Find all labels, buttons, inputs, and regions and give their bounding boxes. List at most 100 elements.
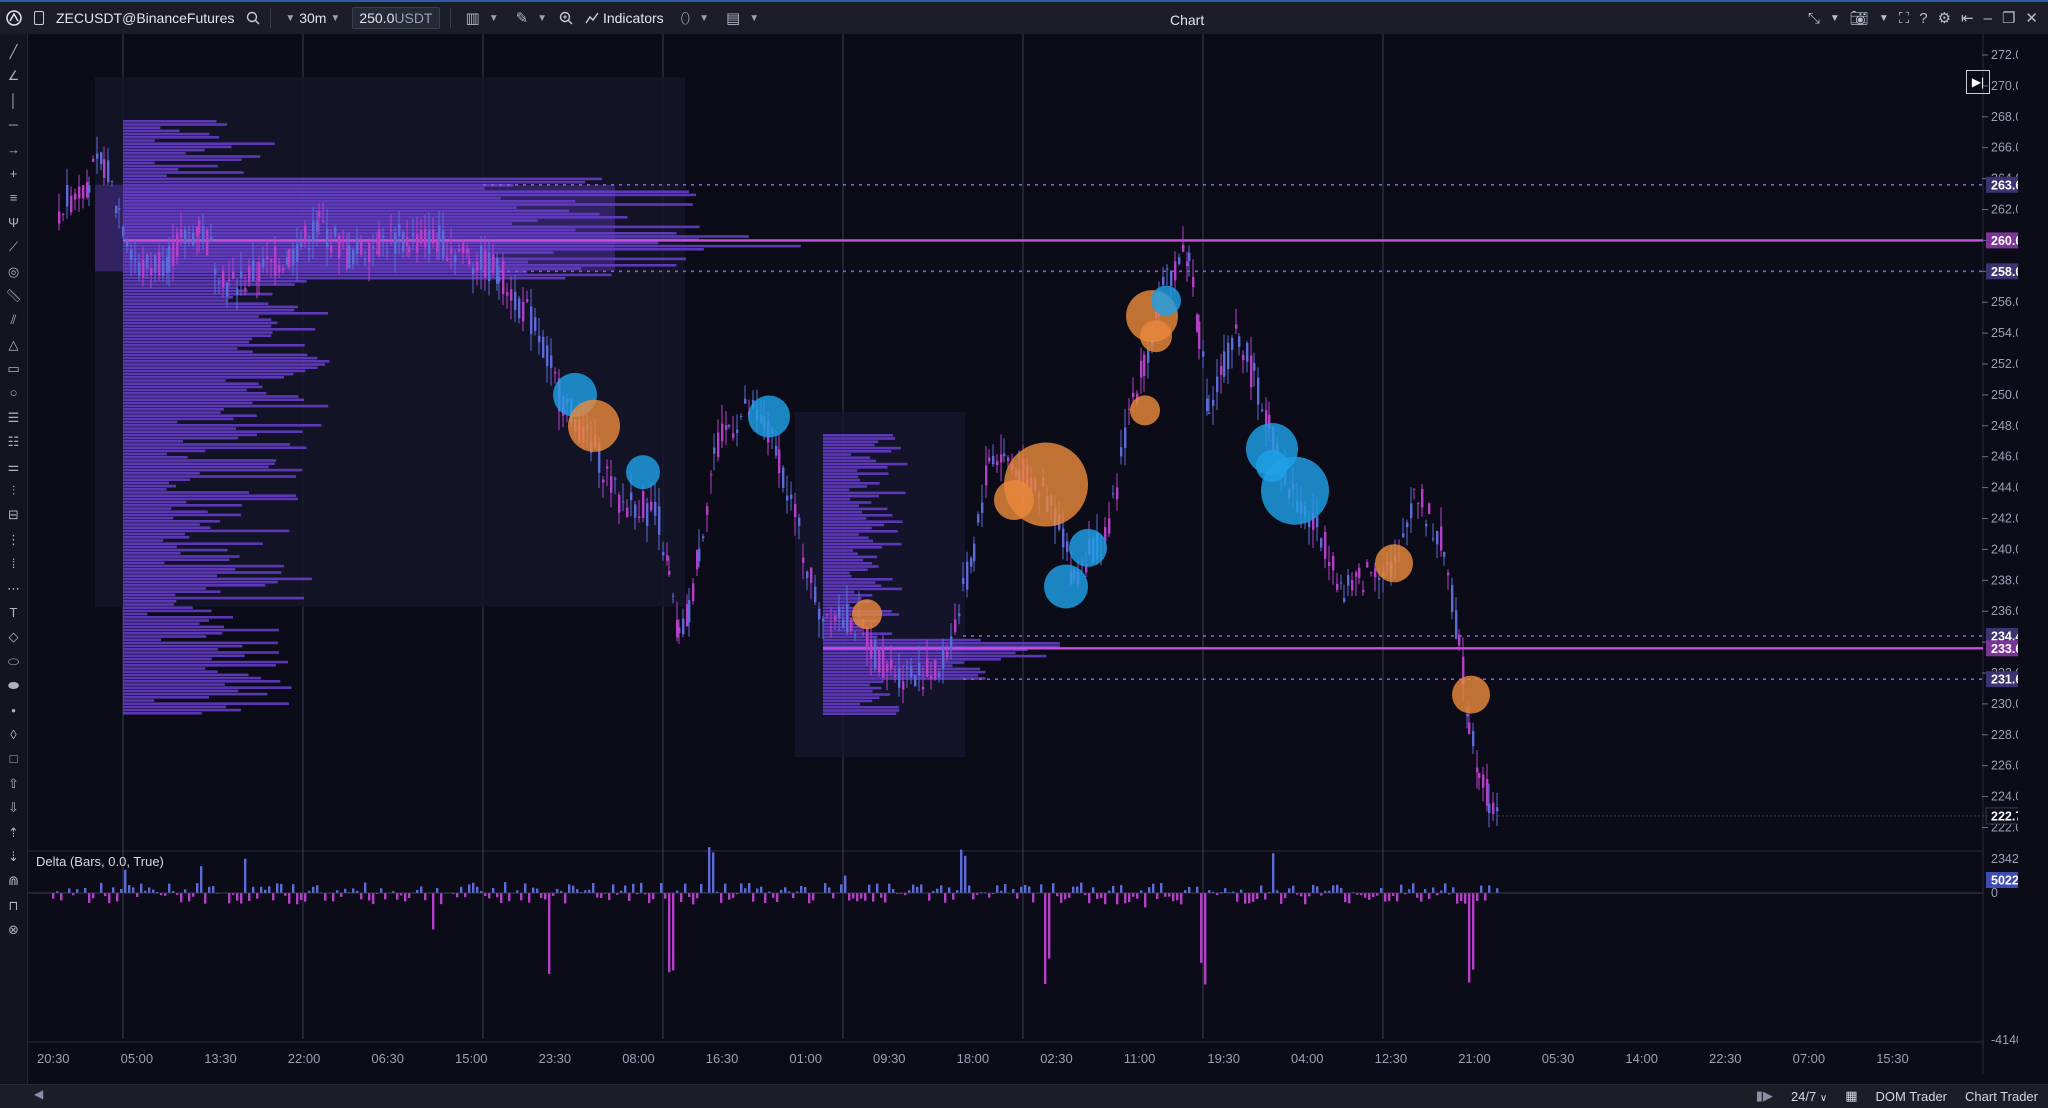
indicators-button[interactable]: Indicators	[579, 2, 670, 34]
magnet-icon[interactable]: ⋒	[8, 869, 19, 893]
candle-body	[1451, 584, 1454, 612]
dot-marker-icon[interactable]: •	[11, 699, 16, 723]
close-icon[interactable]: ✕	[2025, 9, 2038, 27]
ellipse-icon[interactable]: ○	[10, 381, 18, 405]
arrow-tool-icon[interactable]: →	[7, 138, 20, 162]
chevron-down-icon[interactable]: ▼	[1830, 13, 1840, 24]
delta-bar	[260, 886, 263, 893]
dom-trader-button[interactable]: DOM Trader	[1876, 1089, 1948, 1104]
chart-type-button[interactable]: ▥ ▼	[455, 2, 505, 34]
search-icon[interactable]	[240, 2, 266, 34]
risk-reward-icon[interactable]: ⊟	[8, 503, 19, 527]
delta-bar	[440, 893, 443, 905]
angle-tool-icon[interactable]: ∠	[8, 64, 20, 88]
fib-circle-icon[interactable]: ◎	[8, 260, 19, 284]
chart-area[interactable]: 272.00270.00268.00266.00264.00262.00260.…	[28, 34, 2018, 1084]
crosshair-icon[interactable]: +	[10, 162, 18, 186]
sort-down-icon[interactable]: ⇣	[8, 845, 19, 869]
candle-body	[688, 600, 691, 623]
strategy-button[interactable]: ⬯ ▼	[670, 2, 715, 34]
triangle-icon[interactable]: △	[9, 333, 19, 357]
chevron-down-icon[interactable]: ▼	[1879, 13, 1889, 24]
price-label: 230.00	[1991, 697, 2018, 711]
ruler-icon[interactable]: 📏︎	[5, 284, 22, 308]
scroll-left-icon[interactable]: ◀	[34, 1087, 43, 1101]
regression-icon[interactable]: ⚌	[8, 455, 20, 479]
candle-body	[1140, 360, 1143, 378]
candle-body	[330, 245, 333, 253]
channel-icon[interactable]: ≡	[10, 186, 18, 210]
diamond-marker-icon[interactable]: ◊	[10, 723, 16, 747]
chart-type-icon: ▥	[465, 10, 480, 27]
candle-body	[1378, 578, 1381, 580]
candle-body	[602, 479, 605, 483]
calendar-icon[interactable]: ▦	[1845, 1088, 1857, 1104]
volume-profile-bar	[123, 257, 687, 261]
timeframe-selector[interactable]: ▼ 30m ▼	[275, 2, 346, 34]
candle-body	[634, 504, 637, 518]
templates-button[interactable]: ▤ ▼	[715, 2, 765, 34]
volume-profile-bar	[123, 168, 179, 171]
volume-profile-bar	[123, 353, 308, 357]
hide-drawings-icon[interactable]: ⊗	[8, 918, 19, 942]
drawing-tools-button[interactable]: ✎ ▼	[505, 2, 553, 34]
text-tool-icon[interactable]: T	[10, 601, 18, 625]
candle-body	[530, 306, 533, 335]
volume-profile-icon[interactable]: ⫶	[12, 479, 15, 503]
pin-icon[interactable]: ⇤	[1961, 9, 1974, 27]
date-range-icon[interactable]: ⋯	[7, 577, 20, 601]
fib-extension-icon[interactable]: ☷	[8, 430, 20, 454]
fib-retracement-icon[interactable]: ☰	[8, 406, 20, 430]
arrow-up-marker-icon[interactable]: ⇧	[8, 772, 19, 796]
gear-icon[interactable]: ⚙	[1938, 9, 1951, 27]
delta-bar	[88, 893, 91, 903]
fullscreen-icon[interactable]: ⛶	[1899, 10, 1910, 27]
callout-icon[interactable]: ⬭	[8, 650, 19, 674]
pitchfork-icon[interactable]: Ψ	[8, 211, 19, 235]
delta-bar	[1300, 893, 1303, 897]
square-marker-icon[interactable]: □	[10, 747, 18, 771]
volume-profile-bar	[823, 706, 900, 709]
arrow-down-marker-icon[interactable]: ⇩	[8, 796, 19, 820]
delta-bar	[1172, 893, 1175, 902]
line-tool-icon[interactable]: ╱	[10, 40, 18, 64]
maximize-icon[interactable]: ❐	[2002, 9, 2015, 27]
volume-profile-bar	[123, 616, 234, 619]
tag-icon[interactable]: ◇	[9, 625, 19, 649]
sort-up-icon[interactable]: ⇡	[8, 821, 19, 845]
delta-bar	[492, 888, 495, 893]
title-bar: ZECUSDT@BinanceFutures ▼ 30m ▼ 250.0USDT …	[0, 0, 2048, 34]
pause-icon[interactable]: ▮▶	[1756, 1088, 1773, 1104]
price-range-icon[interactable]: ⁞	[12, 552, 16, 576]
zoom-button[interactable]	[553, 2, 579, 34]
scroll-to-latest-button[interactable]: ▶|	[1966, 70, 1990, 94]
delta-bar	[1140, 890, 1143, 893]
candle-body	[706, 506, 709, 515]
gann-fan-icon[interactable]: ⫽	[11, 308, 17, 332]
rectangle-icon[interactable]: ▭	[7, 357, 19, 381]
candle-body	[618, 494, 621, 513]
candle-body	[103, 159, 106, 179]
minimize-icon[interactable]: –	[1984, 10, 1992, 27]
lock-icon[interactable]: ⊓	[8, 894, 18, 918]
chart-canvas[interactable]: 272.00270.00268.00266.00264.00262.00260.…	[28, 34, 2018, 1084]
amount-field[interactable]: 250.0USDT	[346, 2, 445, 34]
help-icon[interactable]: ?	[1919, 10, 1927, 27]
link-icon[interactable]	[28, 2, 50, 34]
buy-bubble	[626, 455, 660, 490]
symbol-selector[interactable]: ZECUSDT@BinanceFutures	[50, 2, 240, 34]
trend-angle-icon[interactable]: ⟋	[9, 235, 18, 259]
bubble-icon[interactable]: ⬬	[8, 674, 19, 698]
vertical-line-icon[interactable]: │	[9, 89, 17, 113]
horizontal-line-icon[interactable]: ─	[9, 113, 18, 137]
app-logo-icon[interactable]	[0, 2, 28, 34]
volume-profile-bar	[123, 302, 269, 305]
candle-body	[926, 658, 929, 677]
link-chart-icon[interactable]: ⤡	[1808, 10, 1820, 27]
delta-bar	[460, 886, 463, 893]
delta-bar	[1348, 893, 1351, 904]
measure-icon[interactable]: ⋮	[7, 528, 20, 552]
session-selector[interactable]: 24/7 ∨	[1791, 1089, 1827, 1104]
camera-icon[interactable]: 📷︎	[1850, 9, 1869, 27]
chart-trader-button[interactable]: Chart Trader	[1965, 1089, 2038, 1104]
